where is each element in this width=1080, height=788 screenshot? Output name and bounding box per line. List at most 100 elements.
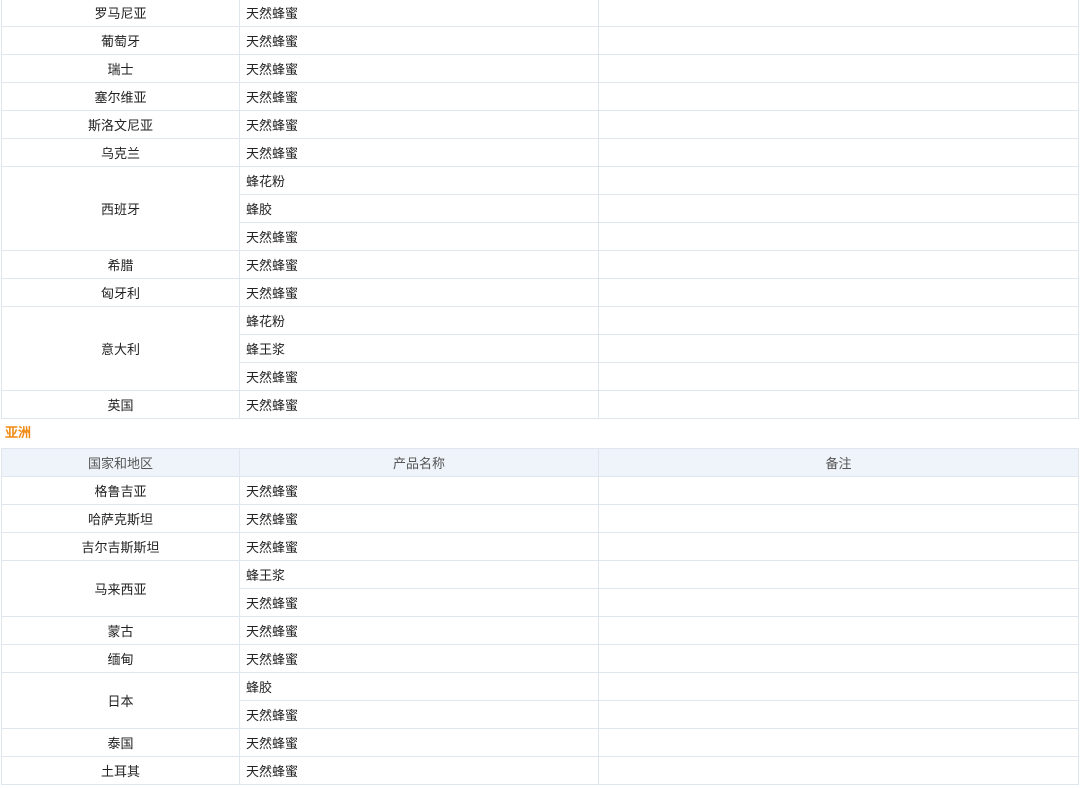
country-cell: 哈萨克斯坦 [1,504,240,533]
product-cell: 天然蜂蜜 [239,476,599,505]
table-row: 马来西亚 蜂王浆 [1,560,1079,617]
product-cell: 蜂花粉 [239,306,599,335]
country-cell: 缅甸 [1,644,240,673]
product-cell: 天然蜂蜜 [239,728,599,757]
country-cell: 塞尔维亚 [1,82,240,111]
product-cell: 天然蜂蜜 [239,222,599,251]
remark-cell [598,0,1079,27]
header-product: 产品名称 [239,448,599,477]
table-row: 缅甸 天然蜂蜜 [1,644,1079,673]
product-cell: 天然蜂蜜 [239,504,599,533]
remark-cell [598,728,1079,757]
product-cell: 天然蜂蜜 [239,250,599,279]
remark-cell [598,250,1079,279]
remark-cell [598,560,1079,589]
remark-cell [598,644,1079,673]
remark-cell [598,110,1079,139]
remark-cell [598,504,1079,533]
table-row: 吉尔吉斯斯坦 天然蜂蜜 [1,532,1079,561]
content-scroll-area[interactable]: 罗马尼亚 天然蜂蜜 葡萄牙 天然蜂蜜 瑞士 天然蜂蜜 塞尔维亚 天然蜂蜜 斯洛文尼亚 天然蜂蜜 乌克… [0,0,1080,785]
table-row: 泰国 天然蜂蜜 [1,728,1079,757]
product-cell: 天然蜂蜜 [239,26,599,55]
remark-cell [598,222,1079,251]
table-row: 瑞士 天然蜂蜜 [1,54,1079,83]
product-cell: 天然蜂蜜 [239,532,599,561]
table-header-row: 国家和地区 产品名称 备注 [1,448,1079,477]
remark-cell [598,476,1079,505]
country-cell: 英国 [1,390,240,419]
table-row: 西班牙 蜂花粉 [1,166,1079,251]
product-cell: 天然蜂蜜 [239,588,599,617]
product-cell: 天然蜂蜜 [239,54,599,83]
country-cell: 葡萄牙 [1,26,240,55]
product-cell: 天然蜂蜜 [239,616,599,645]
country-cell: 马来西亚 [1,560,240,617]
asia-products-table: 国家和地区 产品名称 备注 格鲁吉亚 天然蜂蜜 哈萨克斯坦 天然蜂蜜 吉尔吉斯斯坦 天然蜂… [1,448,1079,785]
country-cell: 瑞士 [1,54,240,83]
table-row: 蒙古 天然蜂蜜 [1,616,1079,645]
country-cell: 土耳其 [1,756,240,785]
country-cell: 蒙古 [1,616,240,645]
product-cell: 天然蜂蜜 [239,756,599,785]
remark-cell [598,26,1079,55]
remark-cell [598,306,1079,335]
product-cell: 天然蜂蜜 [239,138,599,167]
product-cell: 天然蜂蜜 [239,644,599,673]
remark-cell [598,756,1079,785]
country-cell: 斯洛文尼亚 [1,110,240,139]
section-title-asia: 亚洲 [5,426,32,441]
product-cell: 蜂胶 [239,194,599,223]
country-cell: 乌克兰 [1,138,240,167]
product-cell: 蜂花粉 [239,166,599,195]
remark-cell [598,54,1079,83]
table-row: 日本 蜂胶 [1,672,1079,729]
country-cell: 格鲁吉亚 [1,476,240,505]
remark-cell [598,82,1079,111]
remark-cell [598,588,1079,617]
country-cell: 泰国 [1,728,240,757]
europe-products-table: 罗马尼亚 天然蜂蜜 葡萄牙 天然蜂蜜 瑞士 天然蜂蜜 塞尔维亚 天然蜂蜜 斯洛文尼亚 天然蜂蜜 乌克… [1,0,1079,419]
table-row: 罗马尼亚 天然蜂蜜 [1,0,1079,27]
product-cell: 蜂王浆 [239,334,599,363]
table-row: 塞尔维亚 天然蜂蜜 [1,82,1079,111]
table-row: 英国 天然蜂蜜 [1,390,1079,419]
asia-table-body: 格鲁吉亚 天然蜂蜜 哈萨克斯坦 天然蜂蜜 吉尔吉斯斯坦 天然蜂蜜 马来西亚 蜂王浆 天然蜂蜜 蒙古… [1,476,1079,785]
product-cell: 天然蜂蜜 [239,110,599,139]
remark-cell [598,194,1079,223]
header-remark: 备注 [598,448,1079,477]
country-cell: 西班牙 [1,166,240,251]
country-cell: 意大利 [1,306,240,391]
country-cell: 吉尔吉斯斯坦 [1,532,240,561]
table-row: 斯洛文尼亚 天然蜂蜜 [1,110,1079,139]
table-row: 意大利 蜂花粉 [1,306,1079,391]
remark-cell [598,166,1079,195]
product-cell: 天然蜂蜜 [239,0,599,27]
product-cell: 天然蜂蜜 [239,700,599,729]
product-cell: 天然蜂蜜 [239,390,599,419]
table-row: 希腊 天然蜂蜜 [1,250,1079,279]
remark-cell [598,334,1079,363]
product-cell: 蜂胶 [239,672,599,701]
remark-cell [598,278,1079,307]
product-cell: 天然蜂蜜 [239,82,599,111]
remark-cell [598,532,1079,561]
remark-cell [598,672,1079,701]
remark-cell [598,616,1079,645]
remark-cell [598,362,1079,391]
page-viewport: 罗马尼亚 天然蜂蜜 葡萄牙 天然蜂蜜 瑞士 天然蜂蜜 塞尔维亚 天然蜂蜜 斯洛文尼亚 天然蜂蜜 乌克… [0,0,1080,788]
country-cell: 日本 [1,672,240,729]
product-cell: 蜂王浆 [239,560,599,589]
product-cell: 天然蜂蜜 [239,278,599,307]
table-row: 哈萨克斯坦 天然蜂蜜 [1,504,1079,533]
remark-cell [598,138,1079,167]
table-row: 土耳其 天然蜂蜜 [1,756,1079,785]
remark-cell [598,390,1079,419]
table-row: 匈牙利 天然蜂蜜 [1,278,1079,307]
country-cell: 希腊 [1,250,240,279]
product-cell: 天然蜂蜜 [239,362,599,391]
country-cell: 罗马尼亚 [1,0,240,27]
europe-table-body: 罗马尼亚 天然蜂蜜 葡萄牙 天然蜂蜜 瑞士 天然蜂蜜 塞尔维亚 天然蜂蜜 斯洛文尼亚 天然蜂蜜 乌克… [1,0,1079,419]
table-row: 乌克兰 天然蜂蜜 [1,138,1079,167]
country-cell: 匈牙利 [1,278,240,307]
table-row: 格鲁吉亚 天然蜂蜜 [1,476,1079,505]
